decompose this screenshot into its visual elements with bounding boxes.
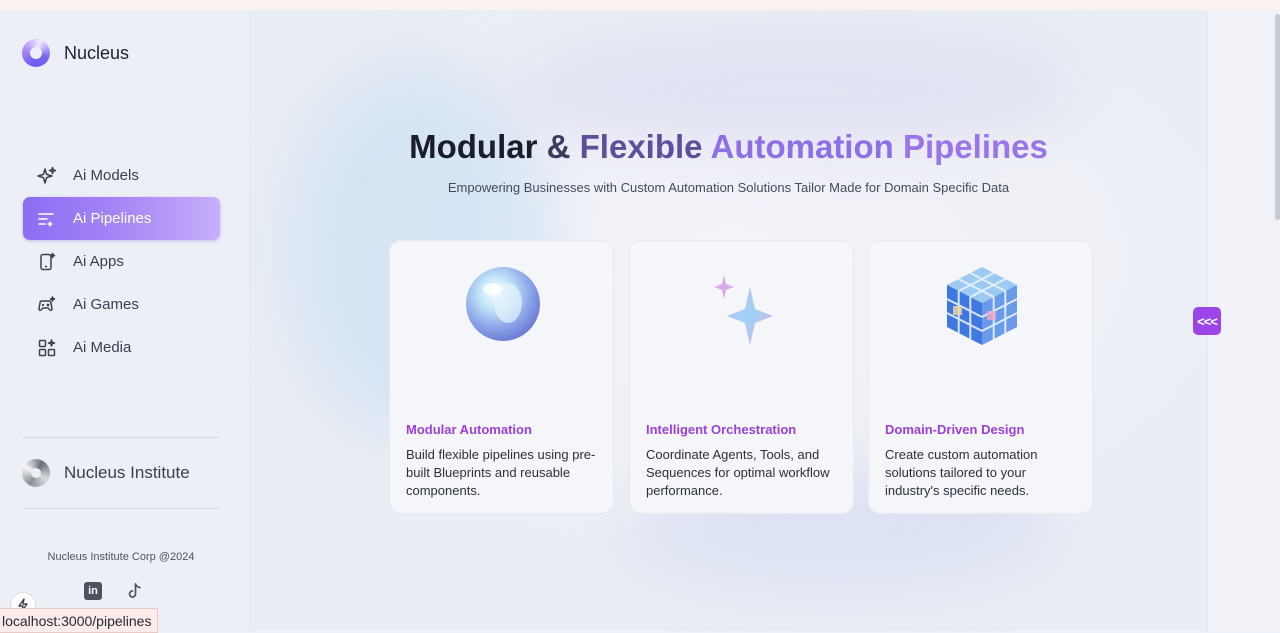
tiktok-icon[interactable] [126, 582, 144, 600]
linkedin-icon[interactable]: in [84, 582, 102, 600]
sidebar-item-ai-pipelines[interactable]: Ai Pipelines [23, 197, 220, 240]
title-word: & [546, 128, 571, 165]
sidebar-divider [22, 508, 220, 509]
panel-toggle-button[interactable]: <<< [1193, 307, 1221, 335]
title-word: Automation [710, 128, 894, 165]
card-description: Build flexible pipelines using pre-built… [406, 447, 596, 498]
title-word: Modular [409, 128, 538, 165]
scrollbar[interactable] [1275, 14, 1280, 220]
phone-icon [37, 252, 57, 272]
status-bar-url: localhost:3000/pipelines [0, 608, 159, 633]
institute-logo-icon [22, 459, 50, 487]
page-title: Modular & Flexible Automation Pipelines [250, 128, 1207, 166]
sidebar-item-label: Ai Media [73, 339, 132, 356]
brand[interactable]: Nucleus [22, 39, 129, 67]
sidebar-divider [22, 437, 220, 438]
social-links: in [84, 582, 144, 600]
card-title: Intelligent Orchestration [646, 422, 797, 437]
main-content: Modular & Flexible Automation Pipelines … [250, 10, 1207, 631]
page-subtitle: Empowering Businesses with Custom Automa… [447, 180, 1010, 195]
sparkle-icon [37, 166, 57, 186]
feature-card-modular-automation: Modular Automation Build flexible pipeli… [389, 240, 614, 514]
nucleus-logo-icon [22, 39, 50, 67]
copyright-text: Nucleus Institute Corp @2024 [47, 551, 195, 563]
institute-link[interactable]: Nucleus Institute [22, 459, 190, 487]
sidebar-item-ai-models[interactable]: Ai Models [23, 154, 220, 197]
feature-card-domain-driven-design: Domain-Driven Design Create custom autom… [868, 240, 1093, 514]
glass-sphere-icon [390, 259, 615, 349]
institute-name: Nucleus Institute [64, 463, 190, 482]
card-description: Create custom automation solutions tailo… [885, 447, 1038, 498]
sidebar-item-label: Ai Apps [73, 253, 124, 270]
sidebar-item-label: Ai Pipelines [73, 210, 152, 227]
brand-name: Nucleus [64, 42, 130, 63]
media-grid-icon [37, 338, 57, 358]
card-title: Modular Automation [406, 422, 532, 437]
sidebar-item-ai-apps[interactable]: Ai Apps [23, 240, 220, 283]
sidebar-item-ai-media[interactable]: Ai Media [23, 326, 220, 369]
title-word: Pipelines [902, 128, 1048, 165]
sidebar: Nucleus Ai Models Ai Pipelines Ai Apps A… [0, 10, 250, 631]
card-description: Coordinate Agents, Tools, and Sequences … [646, 447, 830, 498]
sparkle-stars-icon [630, 259, 855, 349]
gamepad-icon [37, 295, 57, 315]
feature-card-intelligent-orchestration: Intelligent Orchestration Coordinate Age… [629, 240, 854, 514]
cube-icon [869, 259, 1094, 349]
pipeline-icon [37, 209, 57, 229]
sidebar-item-ai-games[interactable]: Ai Games [23, 283, 220, 326]
title-word: Flexible [579, 128, 703, 165]
sidebar-item-label: Ai Games [73, 296, 139, 313]
sidebar-nav: Ai Models Ai Pipelines Ai Apps Ai Games … [23, 154, 220, 369]
card-title: Domain-Driven Design [885, 422, 1025, 437]
sidebar-item-label: Ai Models [73, 167, 139, 184]
